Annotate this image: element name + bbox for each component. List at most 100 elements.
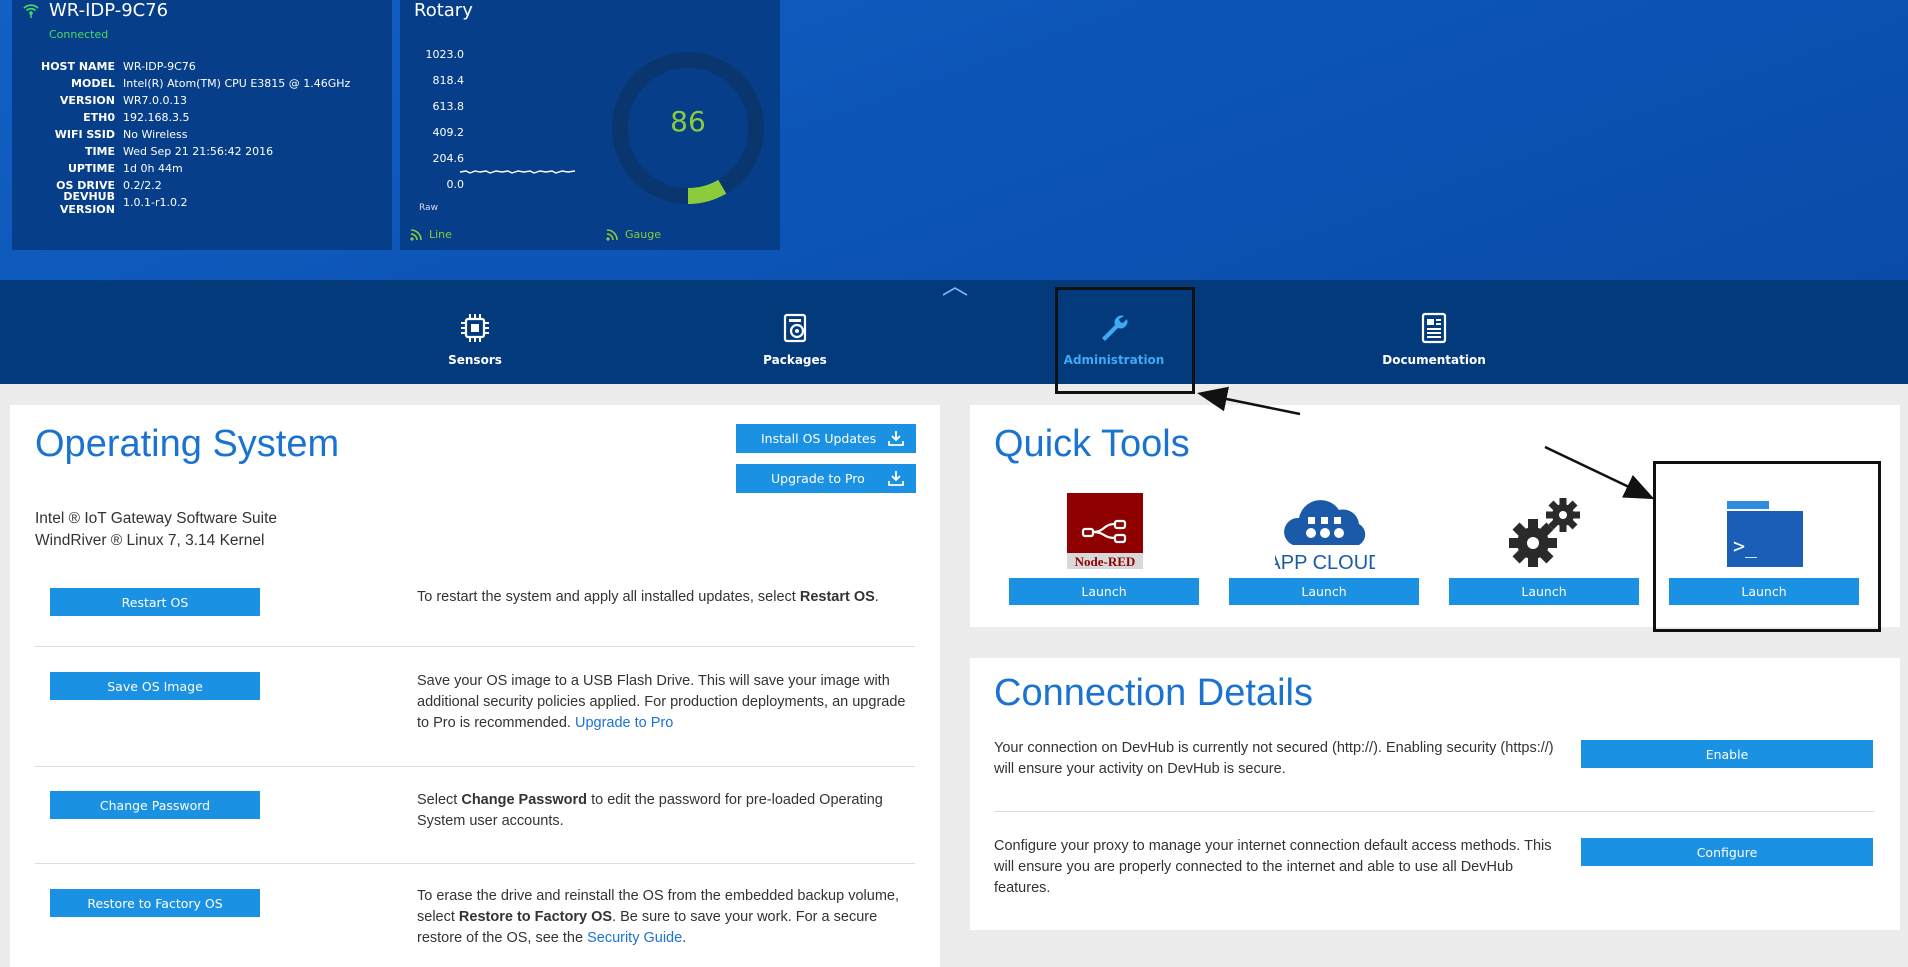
device-info-key: DEVHUB VERSION xyxy=(59,189,115,216)
y-tick-label: 818.4 xyxy=(432,74,465,87)
quick-tools-title: Quick Tools xyxy=(994,423,1190,465)
device-info-row: TIME Wed Sep 21 21:56:42 2016 xyxy=(12,143,350,160)
restore-factory-os-button[interactable]: Restore to Factory OS xyxy=(50,889,260,917)
device-info-value: Wed Sep 21 21:56:42 2016 xyxy=(123,145,274,158)
administration-highlight-box xyxy=(1055,287,1195,394)
device-info-value: 0.2/2.2 xyxy=(123,179,162,192)
install-os-updates-label: Install OS Updates xyxy=(761,431,877,446)
os-description: Intel ® IoT Gateway Software Suite WindR… xyxy=(35,508,277,552)
device-info-row: MODEL Intel(R) Atom(TM) CPU E3815 @ 1.46G… xyxy=(12,75,350,92)
nav-documentation[interactable]: Documentation xyxy=(1364,280,1504,384)
gauge-tab[interactable]: Gauge xyxy=(606,228,661,241)
y-tick-label: 613.8 xyxy=(432,100,465,113)
restart-os-button[interactable]: Restart OS xyxy=(50,588,260,616)
change-password-description: Select Change Password to edit the passw… xyxy=(417,790,917,832)
system-info-panel: WR-IDP-9C76 Connected HOST NAME WR-IDP-9C… xyxy=(12,0,392,250)
divider xyxy=(994,811,1874,812)
gauge-value: 86 xyxy=(670,105,706,138)
node-red-logo: Node-RED xyxy=(1067,493,1143,569)
restart-os-text-end: . xyxy=(874,589,879,605)
device-info-value: 1.0.1-r1.0.2 xyxy=(123,196,188,209)
device-name: WR-IDP-9C76 xyxy=(49,0,169,21)
nav-documentation-label: Documentation xyxy=(1382,353,1486,367)
launch-app-cloud-button[interactable]: Launch xyxy=(1229,578,1419,605)
rss-icon xyxy=(410,229,422,241)
device-info-key: MODEL xyxy=(71,77,115,90)
line-tab[interactable]: Line xyxy=(410,228,452,241)
operating-system-card: Operating System Install OS Updates Upgr… xyxy=(10,405,940,967)
top-banner: WR-IDP-9C76 Connected HOST NAME WR-IDP-9C… xyxy=(0,0,1908,280)
restore-factory-os-description: To erase the drive and reinstall the OS … xyxy=(417,886,917,949)
raw-label: Raw xyxy=(419,203,438,213)
device-info-key: TIME xyxy=(84,145,115,158)
security-guide-link[interactable]: Security Guide xyxy=(587,930,682,946)
connection-details-title: Connection Details xyxy=(994,672,1313,714)
rotary-title: Rotary xyxy=(414,0,473,21)
configure-proxy-button[interactable]: Configure xyxy=(1581,838,1873,866)
security-description: Your connection on DevHub is currently n… xyxy=(994,740,1554,777)
device-info-row: VERSION WR7.0.0.13 xyxy=(12,92,350,109)
divider xyxy=(35,863,915,864)
device-info-row: ETH0 192.168.3.5 xyxy=(12,109,350,126)
chip-icon xyxy=(461,314,489,342)
device-info-value: Intel(R) Atom(TM) CPU E3815 @ 1.46GHz xyxy=(123,77,351,90)
device-info-key: WIFI SSID xyxy=(54,128,115,141)
restart-os-text: To restart the system and apply all inst… xyxy=(417,589,800,605)
upgrade-to-pro-label: Upgrade to Pro xyxy=(771,471,865,486)
connection-details-card: Connection Details Your connection on De… xyxy=(970,658,1900,930)
change-password-button[interactable]: Change Password xyxy=(50,791,260,819)
svg-text:APP CLOUD: APP CLOUD xyxy=(1275,552,1375,573)
device-info-row: UPTIME 1d 0h 44m xyxy=(12,160,350,177)
line-tab-label: Line xyxy=(429,228,452,241)
svg-text:Node-RED: Node-RED xyxy=(1075,554,1136,569)
terminal-highlight-box xyxy=(1653,461,1881,632)
nav-sensors-label: Sensors xyxy=(448,353,502,367)
change-password-text: Select xyxy=(417,792,462,808)
gauge-tab-label: Gauge xyxy=(625,228,661,241)
os-kernel-line: WindRiver ® Linux 7, 3.14 Kernel xyxy=(35,532,265,549)
nav-packages[interactable]: Packages xyxy=(725,280,865,384)
rotary-line-series xyxy=(460,170,575,174)
upgrade-to-pro-button[interactable]: Upgrade to Pro xyxy=(736,464,916,493)
packages-icon xyxy=(783,313,807,343)
y-tick-label: 1023.0 xyxy=(425,48,465,61)
collapse-caret-icon[interactable] xyxy=(942,286,968,296)
change-password-bold: Change Password xyxy=(461,792,588,808)
device-info-key: HOST NAME xyxy=(41,60,115,73)
document-icon xyxy=(1421,312,1447,344)
rotary-panel: Rotary 1023.0 818.4 613.8 409.2 204.6 0.0 Raw… xyxy=(400,0,780,250)
save-os-image-description: Save your OS image to a USB Flash Drive.… xyxy=(417,671,917,734)
nav-sensors[interactable]: Sensors xyxy=(405,280,545,384)
y-tick-label: 0.0 xyxy=(446,178,465,191)
y-tick-label: 409.2 xyxy=(432,126,465,139)
device-info-value: WR-IDP-9C76 xyxy=(123,60,196,73)
launch-settings-button[interactable]: Launch xyxy=(1449,578,1639,605)
restart-os-bold: Restart OS xyxy=(799,589,875,605)
upgrade-to-pro-link[interactable]: Upgrade to Pro xyxy=(575,715,673,731)
restart-os-description: To restart the system and apply all inst… xyxy=(417,587,917,608)
device-info-key: VERSION xyxy=(59,94,115,107)
restore-bold: Restore to Factory OS xyxy=(458,909,613,925)
device-info-value: 192.168.3.5 xyxy=(123,111,190,124)
download-icon xyxy=(888,471,904,486)
restore-text-end: . xyxy=(682,930,687,946)
os-title: Operating System xyxy=(35,423,340,465)
settings-gears-icon xyxy=(1509,498,1580,567)
device-info-value: WR7.0.0.13 xyxy=(123,94,188,107)
divider xyxy=(35,646,915,647)
divider xyxy=(35,766,915,767)
device-info-value: 1d 0h 44m xyxy=(123,162,183,175)
launch-node-red-button[interactable]: Launch xyxy=(1009,578,1199,605)
device-info-key: UPTIME xyxy=(67,162,115,175)
download-icon xyxy=(888,431,904,446)
wifi-icon xyxy=(23,4,39,18)
enable-security-button[interactable]: Enable xyxy=(1581,740,1873,768)
device-info-key: ETH0 xyxy=(83,111,115,124)
install-os-updates-button[interactable]: Install OS Updates xyxy=(736,424,916,453)
device-info-value: No Wireless xyxy=(123,128,188,141)
device-info-row: DEVHUB VERSION 1.0.1-r1.0.2 xyxy=(12,190,350,216)
save-os-image-button[interactable]: Save OS Image xyxy=(50,672,260,700)
os-suite-line: Intel ® IoT Gateway Software Suite xyxy=(35,510,278,527)
rss-icon xyxy=(606,229,618,241)
connection-status: Connected xyxy=(49,28,109,41)
